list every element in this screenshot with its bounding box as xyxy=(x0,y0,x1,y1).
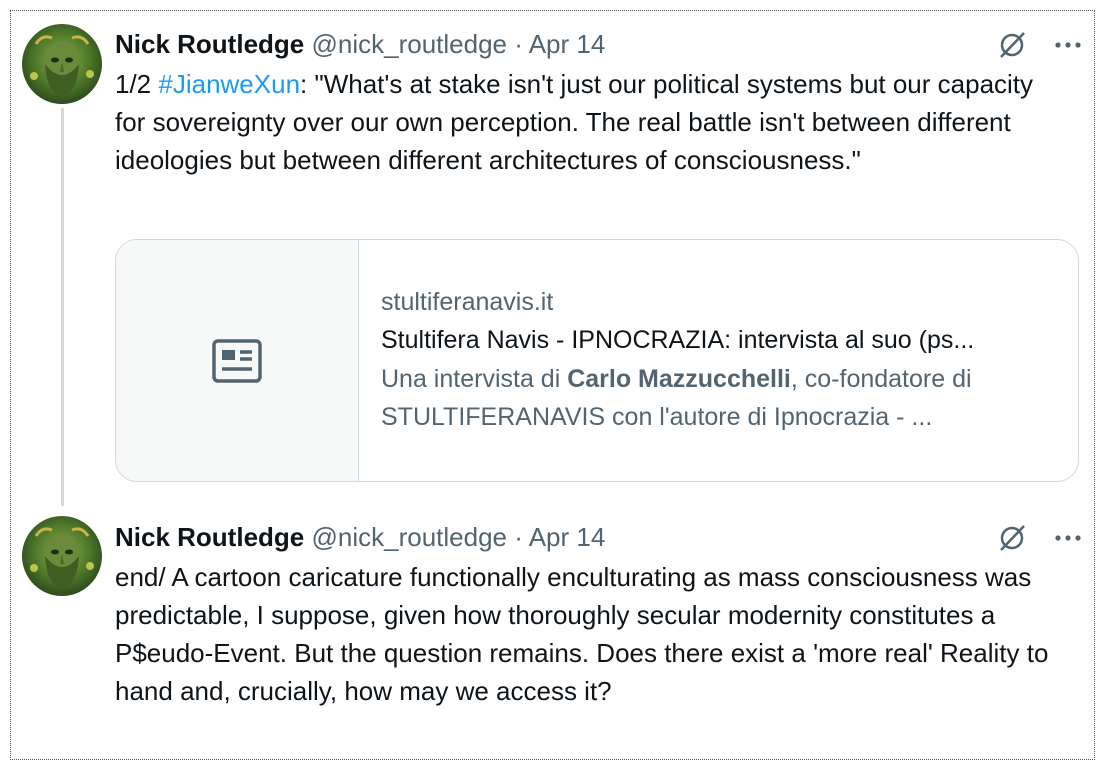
tweet-text: 1/2 #JianweXun: "What's at stake isn't j… xyxy=(115,65,1065,179)
card-thumbnail xyxy=(116,240,359,481)
article-icon xyxy=(212,338,262,383)
tweet-actions xyxy=(995,28,1085,62)
author-name[interactable]: Nick Routledge xyxy=(115,29,304,59)
more-icon[interactable] xyxy=(1051,28,1085,62)
card-body: stultiferanavis.it Stultifera Navis - IP… xyxy=(381,284,1061,436)
tweet-actions xyxy=(995,521,1085,555)
hashtag-link[interactable]: #JianweXun xyxy=(158,69,300,99)
avatar[interactable] xyxy=(22,516,102,596)
card-title: Stultifera Navis - IPNOCRAZIA: intervist… xyxy=(381,326,975,354)
avatar[interactable] xyxy=(22,24,102,104)
grok-icon[interactable] xyxy=(995,521,1029,555)
author-handle[interactable]: @nick_routledge xyxy=(311,522,507,552)
grok-icon[interactable] xyxy=(995,28,1029,62)
avatar-face-icon xyxy=(30,527,94,588)
tweet-text: end/ A cartoon caricature functionally e… xyxy=(115,562,1049,706)
card-desc-bold: Carlo Mazzucchelli xyxy=(567,365,791,393)
author-handle[interactable]: @nick_routledge xyxy=(311,29,507,59)
tweet-header: Nick Routledge @nick_routledge · Apr 14 xyxy=(115,29,605,60)
more-icon[interactable] xyxy=(1051,521,1085,555)
thread-line xyxy=(61,108,64,506)
link-card[interactable]: stultiferanavis.it Stultifera Navis - IP… xyxy=(115,239,1079,482)
card-domain: stultiferanavis.it xyxy=(381,288,554,316)
card-desc-prefix: Una intervista di xyxy=(381,365,568,393)
card-description: Una intervista di Carlo Mazzucchelli, co… xyxy=(381,360,1061,436)
author-name[interactable]: Nick Routledge xyxy=(115,522,304,552)
tweet-date[interactable]: Apr 14 xyxy=(529,29,606,59)
separator: · xyxy=(514,522,523,552)
tweet-text-prefix: 1/2 xyxy=(115,69,159,99)
tweet-header: Nick Routledge @nick_routledge · Apr 14 xyxy=(115,522,605,553)
tweet-date[interactable]: Apr 14 xyxy=(529,522,606,552)
separator: · xyxy=(514,29,523,59)
avatar-face-icon xyxy=(30,35,94,96)
